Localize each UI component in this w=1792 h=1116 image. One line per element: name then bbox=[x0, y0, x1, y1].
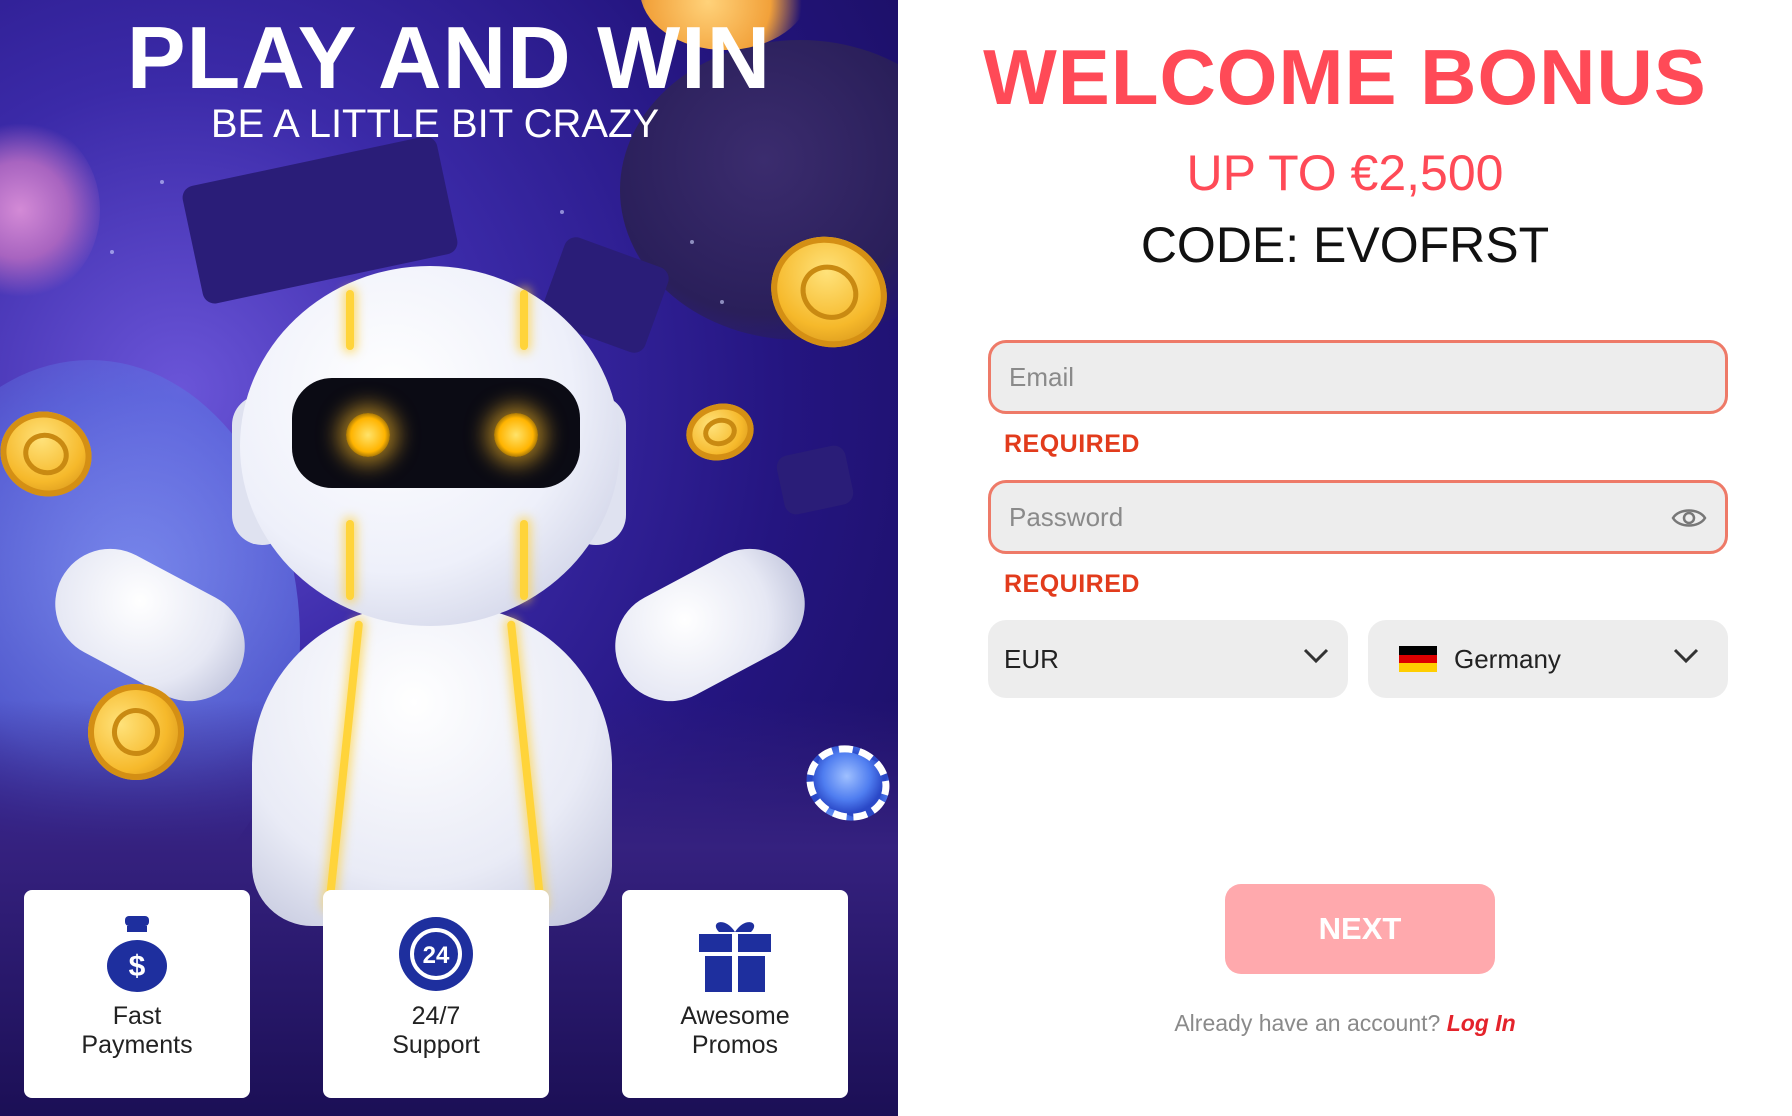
login-prompt-text: Already have an account? bbox=[1174, 1010, 1441, 1036]
germany-flag-icon bbox=[1399, 646, 1437, 672]
login-link[interactable]: Log In bbox=[1447, 1010, 1516, 1036]
feature-label-line: Fast bbox=[112, 1002, 162, 1030]
email-field[interactable] bbox=[988, 340, 1728, 414]
svg-text:$: $ bbox=[129, 950, 146, 983]
promo-panel: PLAY AND WIN BE A LITTLE BIT CRAZY $ Fas… bbox=[0, 0, 898, 1116]
feature-label: Awesome Promos bbox=[622, 1002, 848, 1060]
promo-title: PLAY AND WIN bbox=[126, 8, 772, 107]
currency-selected-value: EUR bbox=[1004, 644, 1059, 674]
robot-eye bbox=[494, 413, 538, 457]
welcome-bonus-heading: WELCOME BONUS bbox=[983, 33, 1707, 121]
email-input[interactable] bbox=[991, 343, 1725, 411]
feature-label-line: Support bbox=[392, 1031, 480, 1059]
feature-label: 24/7 Support bbox=[323, 1002, 549, 1060]
svg-text:24: 24 bbox=[423, 942, 450, 969]
country-select[interactable]: Germany bbox=[1368, 620, 1728, 698]
robot-right-arm bbox=[595, 529, 825, 721]
login-prompt: Already have an account? Log In bbox=[898, 1010, 1792, 1037]
robot-eye bbox=[346, 413, 390, 457]
chevron-down-icon bbox=[1303, 648, 1329, 664]
currency-select[interactable]: EUR bbox=[988, 620, 1348, 698]
password-required-error: REQUIRED bbox=[1004, 570, 1140, 598]
country-selected-value: Germany bbox=[1454, 644, 1561, 674]
feature-card-promos: Awesome Promos bbox=[622, 890, 848, 1098]
bonus-amount: UP TO €2,500 bbox=[1186, 145, 1504, 201]
feature-label-line: Promos bbox=[691, 1031, 779, 1059]
feature-label-line: Awesome bbox=[680, 1002, 790, 1030]
password-field[interactable] bbox=[988, 480, 1728, 554]
feature-label-line: 24/7 bbox=[411, 1002, 461, 1030]
signup-form-panel: WELCOME BONUS UP TO €2,500 CODE: EVOFRST… bbox=[898, 0, 1792, 1116]
robot-glow-stripe bbox=[520, 290, 528, 350]
password-input[interactable] bbox=[991, 483, 1725, 551]
robot-glow-stripe bbox=[346, 290, 354, 350]
feature-label-line: Payments bbox=[81, 1031, 193, 1059]
gift-icon bbox=[699, 922, 771, 992]
bonus-code: CODE: EVOFRST bbox=[1140, 217, 1550, 273]
promo-subtitle: BE A LITTLE BIT CRAZY bbox=[210, 102, 660, 146]
eye-icon[interactable] bbox=[1671, 505, 1707, 531]
support-24-icon: 24 bbox=[399, 917, 473, 991]
email-required-error: REQUIRED bbox=[1004, 430, 1140, 458]
feature-card-support: 24 24/7 Support bbox=[323, 890, 549, 1098]
next-button[interactable]: NEXT bbox=[1225, 884, 1495, 974]
robot-glow-stripe bbox=[346, 520, 354, 600]
feature-card-fast-payments: $ Fast Payments bbox=[24, 890, 250, 1098]
robot-body bbox=[252, 606, 612, 926]
chevron-down-icon bbox=[1673, 648, 1699, 664]
feature-label: Fast Payments bbox=[24, 1002, 250, 1060]
money-bag-icon: $ bbox=[107, 916, 167, 992]
robot-glow-stripe bbox=[520, 520, 528, 600]
